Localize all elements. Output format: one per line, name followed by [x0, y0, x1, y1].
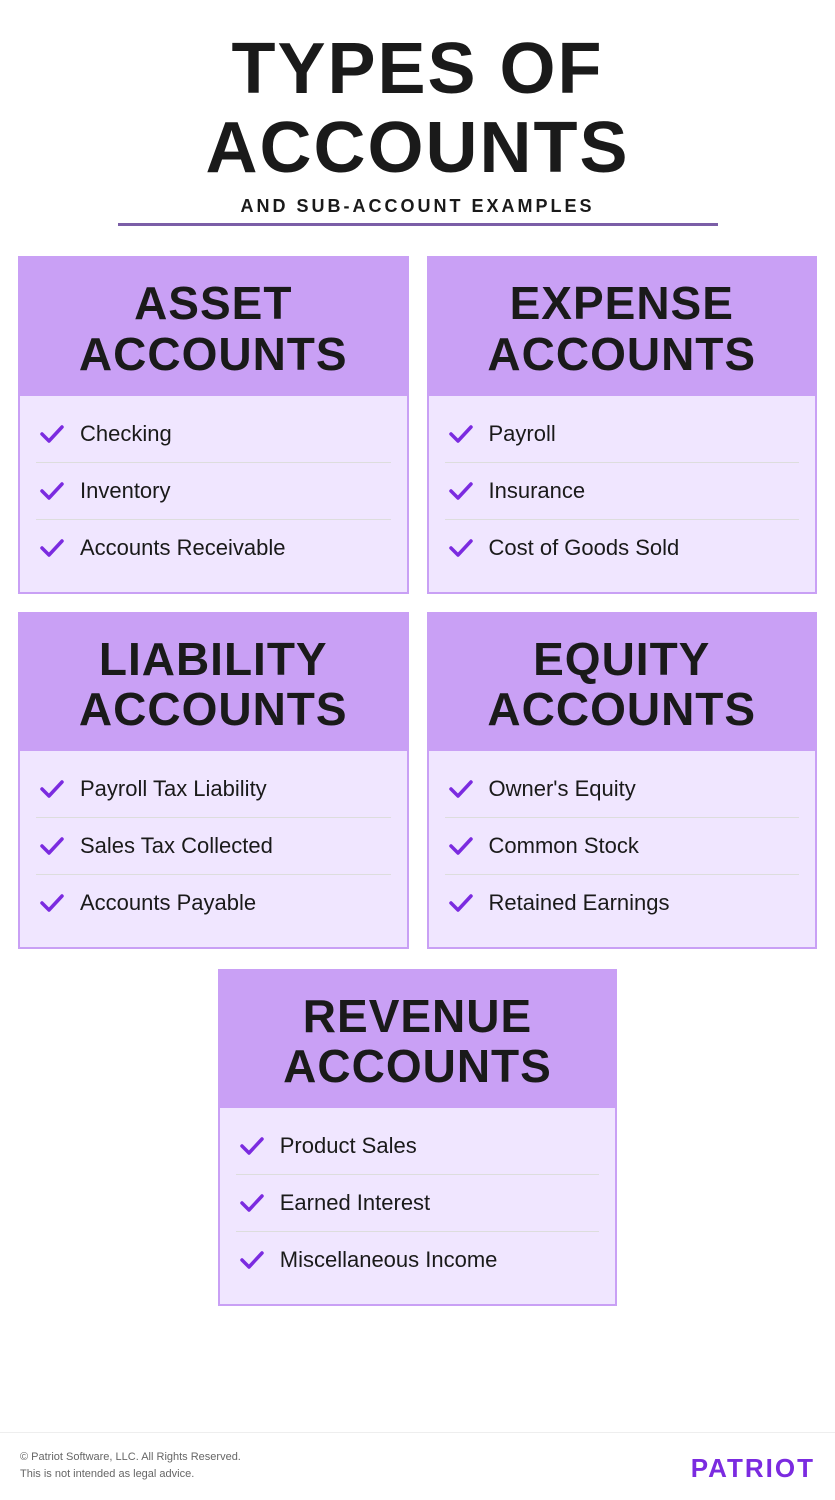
card-body-revenue: Product Sales Earned Interest Miscellane…	[220, 1108, 616, 1304]
checkmark-icon	[36, 418, 68, 450]
account-name: Miscellaneous Income	[280, 1247, 498, 1273]
card-liability: LIABILITYACCOUNTS Payroll Tax Liability …	[18, 612, 409, 949]
account-name: Retained Earnings	[489, 890, 670, 916]
card-body-equity: Owner's Equity Common Stock Retained Ear…	[429, 751, 816, 947]
card-header-asset: ASSETACCOUNTS	[20, 258, 407, 395]
list-item: Payroll Tax Liability	[36, 761, 391, 818]
checkmark-icon	[236, 1130, 268, 1162]
card-revenue: REVENUEACCOUNTS Product Sales Earned Int…	[218, 969, 618, 1306]
card-title-equity: EQUITYACCOUNTS	[445, 634, 800, 735]
footer-brand: PATRIOT	[691, 1453, 815, 1484]
list-item: Checking	[36, 406, 391, 463]
account-name: Sales Tax Collected	[80, 833, 273, 859]
card-equity: EQUITYACCOUNTS Owner's Equity Common Sto…	[427, 612, 818, 949]
account-name: Payroll Tax Liability	[80, 776, 267, 802]
account-name: Cost of Goods Sold	[489, 535, 680, 561]
list-item: Sales Tax Collected	[36, 818, 391, 875]
card-body-asset: Checking Inventory Accounts Receivable	[20, 396, 407, 592]
checkmark-icon	[236, 1244, 268, 1276]
list-item: Accounts Receivable	[36, 520, 391, 576]
footer-copyright: © Patriot Software, LLC. All Rights Rese…	[20, 1449, 241, 1484]
card-expense: EXPENSEACCOUNTS Payroll Insurance Cost o…	[427, 256, 818, 593]
account-name: Accounts Receivable	[80, 535, 285, 561]
checkmark-icon	[445, 887, 477, 919]
header: TYPES OF ACCOUNTS AND SUB-ACCOUNT EXAMPL…	[0, 0, 835, 236]
checkmark-icon	[36, 830, 68, 862]
list-item: Owner's Equity	[445, 761, 800, 818]
checkmark-icon	[36, 475, 68, 507]
checkmark-icon	[445, 532, 477, 564]
checkmark-icon	[36, 773, 68, 805]
subtitle-wrapper: AND SUB-ACCOUNT EXAMPLES	[20, 196, 815, 226]
account-name: Product Sales	[280, 1133, 417, 1159]
subtitle: AND SUB-ACCOUNT EXAMPLES	[240, 196, 594, 217]
account-name: Owner's Equity	[489, 776, 636, 802]
revenue-wrapper: REVENUEACCOUNTS Product Sales Earned Int…	[209, 969, 627, 1326]
account-name: Common Stock	[489, 833, 639, 859]
account-name: Checking	[80, 421, 172, 447]
checkmark-icon	[236, 1187, 268, 1219]
list-item: Insurance	[445, 463, 800, 520]
list-item: Retained Earnings	[445, 875, 800, 931]
account-name: Insurance	[489, 478, 586, 504]
list-item: Payroll	[445, 406, 800, 463]
main-title: TYPES OF ACCOUNTS	[20, 30, 815, 188]
card-title-revenue: REVENUEACCOUNTS	[236, 991, 600, 1092]
accounts-grid: ASSETACCOUNTS Checking Inventory Account…	[0, 236, 835, 968]
list-item: Earned Interest	[236, 1175, 600, 1232]
checkmark-icon	[445, 475, 477, 507]
checkmark-icon	[445, 773, 477, 805]
list-item: Inventory	[36, 463, 391, 520]
list-item: Product Sales	[236, 1118, 600, 1175]
account-name: Payroll	[489, 421, 556, 447]
account-name: Accounts Payable	[80, 890, 256, 916]
footer: © Patriot Software, LLC. All Rights Rese…	[0, 1432, 835, 1500]
checkmark-icon	[445, 830, 477, 862]
card-header-expense: EXPENSEACCOUNTS	[429, 258, 816, 395]
subtitle-line	[118, 223, 718, 226]
card-header-liability: LIABILITYACCOUNTS	[20, 614, 407, 751]
list-item: Miscellaneous Income	[236, 1232, 600, 1288]
list-item: Cost of Goods Sold	[445, 520, 800, 576]
checkmark-icon	[445, 418, 477, 450]
card-header-equity: EQUITYACCOUNTS	[429, 614, 816, 751]
card-header-revenue: REVENUEACCOUNTS	[220, 971, 616, 1108]
account-name: Earned Interest	[280, 1190, 430, 1216]
card-body-expense: Payroll Insurance Cost of Goods Sold	[429, 396, 816, 592]
card-asset: ASSETACCOUNTS Checking Inventory Account…	[18, 256, 409, 593]
checkmark-icon	[36, 887, 68, 919]
card-body-liability: Payroll Tax Liability Sales Tax Collecte…	[20, 751, 407, 947]
checkmark-icon	[36, 532, 68, 564]
page-wrapper: TYPES OF ACCOUNTS AND SUB-ACCOUNT EXAMPL…	[0, 0, 835, 1500]
account-name: Inventory	[80, 478, 171, 504]
list-item: Accounts Payable	[36, 875, 391, 931]
card-title-expense: EXPENSEACCOUNTS	[445, 278, 800, 379]
card-title-liability: LIABILITYACCOUNTS	[36, 634, 391, 735]
list-item: Common Stock	[445, 818, 800, 875]
card-title-asset: ASSETACCOUNTS	[36, 278, 391, 379]
